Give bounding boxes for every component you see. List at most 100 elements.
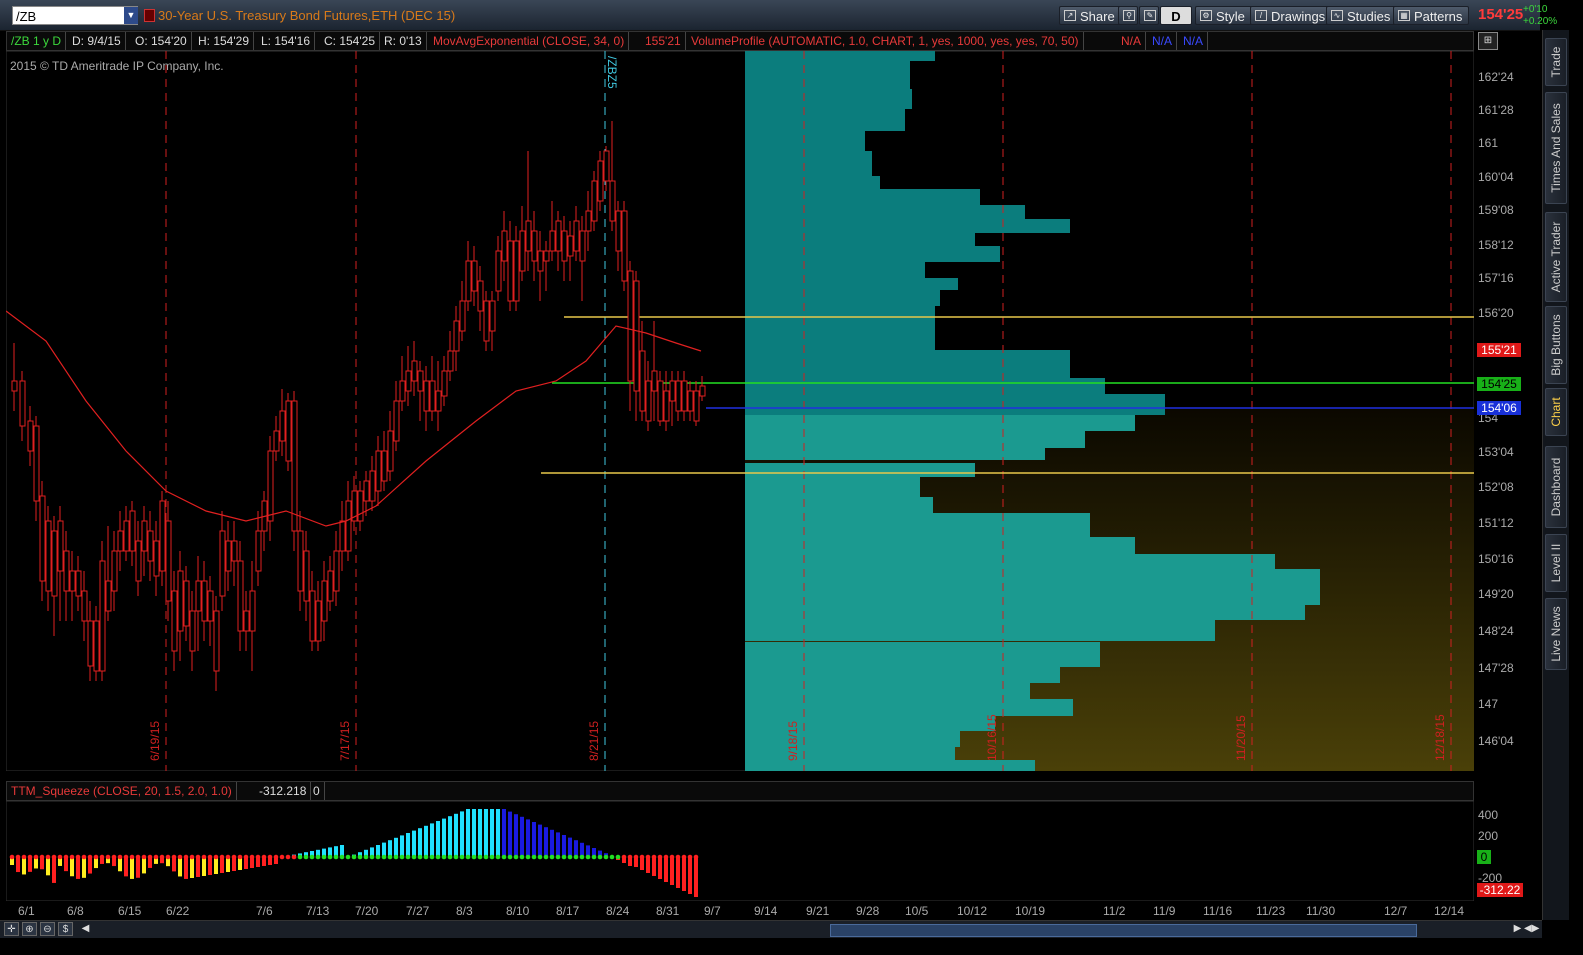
histogram-bar xyxy=(544,827,548,857)
price-tick: 149'20 xyxy=(1478,587,1514,601)
sidebar-tab-times-and-sales[interactable]: Times And Sales xyxy=(1545,92,1567,204)
candle-body xyxy=(321,580,328,622)
price-chart[interactable]: 6/19/15 7/17/15 8/21/15 9/18/15 10/16/15 11/2… xyxy=(6,51,1474,771)
candle-body xyxy=(285,400,292,462)
link-button[interactable]: ⚲ xyxy=(1118,6,1138,25)
squeeze-dot xyxy=(159,854,165,860)
histogram-bar xyxy=(496,809,500,857)
squeeze-dot xyxy=(231,854,237,860)
squeeze-dot xyxy=(429,854,435,860)
candle-body xyxy=(165,520,172,602)
squeeze-dot xyxy=(435,854,441,860)
squeeze-dot xyxy=(543,854,549,860)
sidebar-tab-big-buttons[interactable]: Big Buttons xyxy=(1545,306,1567,384)
volume-profile-label[interactable]: VolumeProfile (AUTOMATIC, 1.0, CHART, 1,… xyxy=(687,32,1084,50)
squeeze-dot xyxy=(579,854,585,860)
volume-profile-bar xyxy=(745,350,1070,378)
histogram-bar xyxy=(454,813,458,857)
chart-period[interactable]: /ZB 1 y D xyxy=(7,32,67,50)
crosshair-icon[interactable]: ✛ xyxy=(4,922,19,936)
squeeze-dot xyxy=(309,854,315,860)
candle-body xyxy=(45,520,52,592)
squeeze-dot xyxy=(387,854,393,860)
candle-body xyxy=(87,620,94,667)
scroll-right-icon[interactable]: ▶ xyxy=(1510,922,1525,936)
squeeze-chart[interactable] xyxy=(6,801,1474,901)
bar-low: L: 154'16 xyxy=(257,32,316,50)
squeeze-dot xyxy=(207,854,213,860)
zoom-out-icon[interactable]: ◀▶ xyxy=(1524,922,1539,936)
candle-body xyxy=(537,250,544,272)
candle-body xyxy=(609,180,616,222)
histogram-bar xyxy=(520,816,524,857)
date-marker-label: 10/16/15 xyxy=(985,714,999,761)
aggregation-button[interactable]: D xyxy=(1160,6,1192,25)
sidebar-tab-live-news[interactable]: Live News xyxy=(1545,598,1567,670)
study-header: TTM_Squeeze (CLOSE, 20, 1.5, 2.0, 1.0) -… xyxy=(6,781,1474,801)
candle-body xyxy=(633,280,640,392)
histogram-bar xyxy=(202,857,206,876)
histogram-bar xyxy=(220,857,224,873)
zoom-icon[interactable]: ⊕ xyxy=(22,922,37,936)
na-value-1: N/A xyxy=(1117,32,1147,50)
scroll-left-icon[interactable]: ◀ xyxy=(78,922,93,936)
squeeze-dot xyxy=(285,854,291,860)
magnify-icon[interactable]: ⊖ xyxy=(40,922,55,936)
settings-button[interactable]: ✎ xyxy=(1139,6,1159,25)
squeeze-dot xyxy=(153,854,159,860)
time-tick: 6/22 xyxy=(166,904,190,918)
histogram-bar xyxy=(142,857,146,874)
sidebar-tab-chart[interactable]: Chart xyxy=(1545,388,1567,436)
sidebar-tab-dashboard[interactable]: Dashboard xyxy=(1545,446,1567,528)
sidebar-tab-level-ii[interactable]: Level II xyxy=(1545,534,1567,592)
sidebar-tab-label: Level II xyxy=(1549,543,1563,583)
squeeze-dot xyxy=(123,854,129,860)
candle-body xyxy=(399,380,406,402)
candle-body xyxy=(303,550,310,602)
ema-study-label[interactable]: MovAvgExponential (CLOSE, 34, 0) xyxy=(429,32,630,50)
share-button[interactable]: ↗ Share xyxy=(1059,6,1122,25)
price-tick: 158'12 xyxy=(1478,238,1514,252)
sidebar-tab-active-trader[interactable]: Active Trader xyxy=(1545,212,1567,302)
sidebar-tab-label: Trade xyxy=(1549,46,1563,78)
price-tick: 151'12 xyxy=(1478,516,1514,530)
symbol-input[interactable]: /ZB xyxy=(12,6,138,25)
net-change: +0'10 xyxy=(1523,4,1548,15)
dollar-icon[interactable]: $ xyxy=(58,922,73,936)
contract-marker-label: /ZBZ5 xyxy=(605,56,619,89)
drawings-icon: / xyxy=(1255,10,1267,21)
symbol-dropdown-icon[interactable]: ▼ xyxy=(124,7,138,24)
volume-profile-bar xyxy=(745,448,1045,460)
candle-body xyxy=(663,390,670,422)
volume-profile-bar xyxy=(745,322,935,350)
volume-profile-bar xyxy=(745,667,1060,683)
candle-body xyxy=(435,390,442,412)
candle-body xyxy=(405,370,412,392)
histogram-bar xyxy=(136,857,140,878)
bar-open: O: 154'20 xyxy=(131,32,192,50)
price-tick: 147 xyxy=(1478,697,1499,711)
style-button[interactable]: ⚙ Style xyxy=(1195,6,1252,25)
squeeze-dot xyxy=(291,854,297,860)
squeeze-dot xyxy=(27,854,33,860)
squeeze-study-label[interactable]: TTM_Squeeze (CLOSE, 20, 1.5, 2.0, 1.0) xyxy=(7,782,237,800)
sidebar-tab-trade[interactable]: Trade xyxy=(1545,38,1567,86)
flag-icon[interactable] xyxy=(144,9,155,22)
squeeze-dot xyxy=(213,854,219,860)
candle-body xyxy=(339,520,346,552)
drawings-button[interactable]: / Drawings xyxy=(1250,6,1333,25)
volume-profile-bar xyxy=(745,51,935,61)
candle-body xyxy=(591,180,598,222)
price-tick: 148'24 xyxy=(1478,624,1514,638)
horizontal-scrollbar[interactable] xyxy=(830,924,1417,937)
time-tick: 8/31 xyxy=(656,904,680,918)
histogram-bar xyxy=(214,857,218,874)
cursor-mode-icon[interactable]: ⊞ xyxy=(1478,32,1498,50)
squeeze-dot xyxy=(147,854,153,860)
patterns-button[interactable]: ▦ Patterns xyxy=(1393,6,1470,25)
volume-profile-bar xyxy=(745,731,960,747)
studies-button[interactable]: ∿ Studies xyxy=(1326,6,1398,25)
histogram-bar xyxy=(526,819,530,857)
squeeze-dot xyxy=(21,854,27,860)
volume-profile-bar xyxy=(745,513,1090,537)
